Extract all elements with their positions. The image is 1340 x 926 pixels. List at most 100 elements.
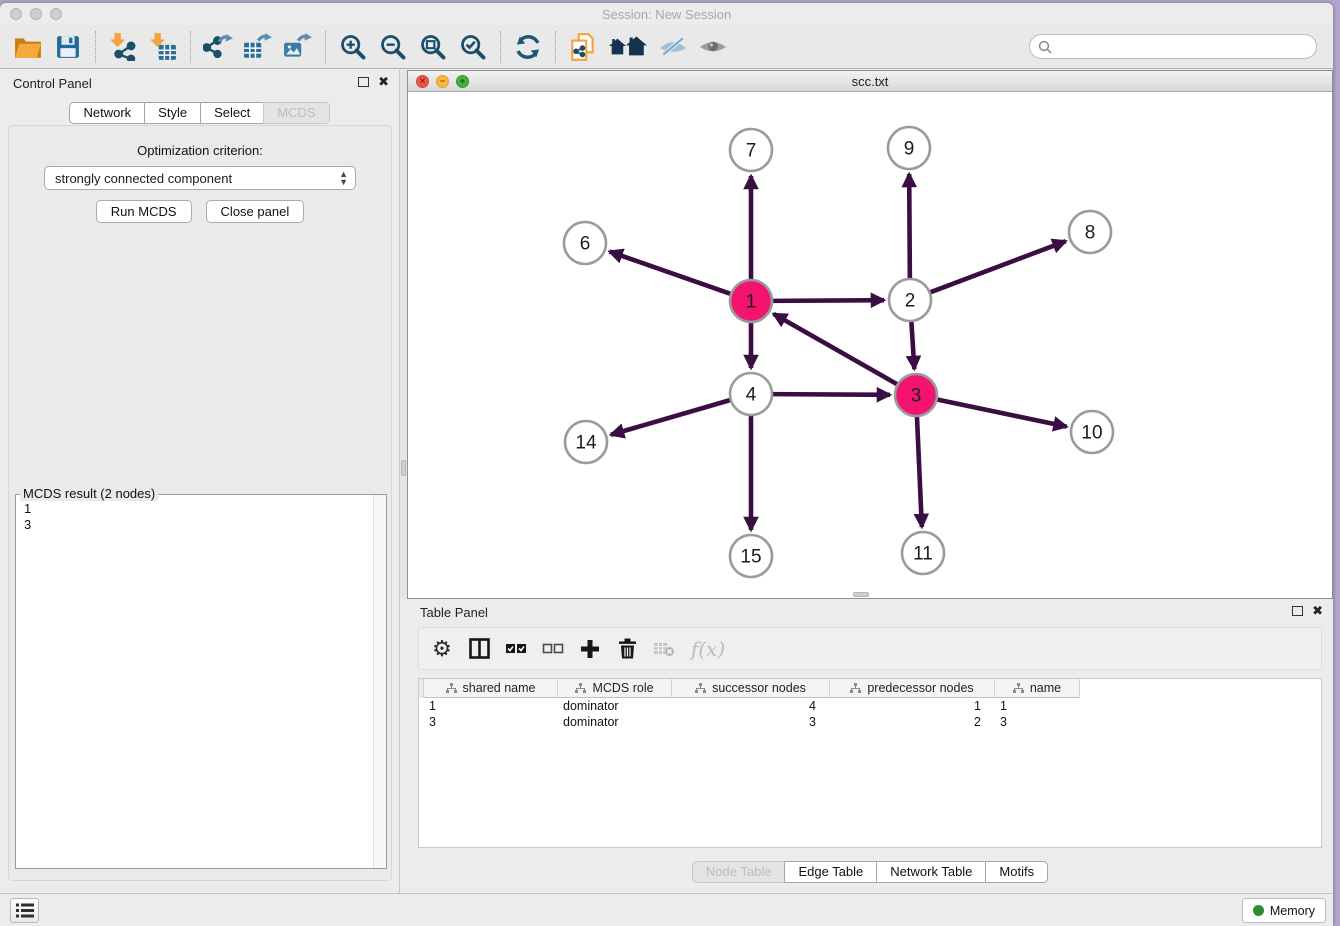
- clone-network-button[interactable]: [566, 30, 600, 64]
- column-header-3[interactable]: predecessor nodes: [830, 679, 995, 698]
- mcds-result-list[interactable]: 13: [16, 497, 372, 868]
- zoom-out-button[interactable]: [376, 30, 410, 64]
- open-session-button[interactable]: [11, 30, 45, 64]
- table-settings-button[interactable]: ⚙: [427, 634, 457, 664]
- delete-row-button[interactable]: [612, 634, 642, 664]
- column-header-2[interactable]: successor nodes: [672, 679, 830, 698]
- network-window-titlebar[interactable]: ✕ − + scc.txt: [408, 71, 1332, 92]
- save-session-button[interactable]: [51, 30, 85, 64]
- edge-4-3[interactable]: [772, 394, 890, 395]
- network-view-window: ✕ − + scc.txt 7 9 6 8 1 2 4 3 14 10 15 11: [407, 70, 1333, 599]
- column-header-0[interactable]: shared name: [424, 679, 558, 698]
- eye-slash-icon: [658, 35, 688, 59]
- gear-icon: ⚙: [432, 638, 452, 660]
- node-7[interactable]: 7: [730, 129, 772, 171]
- search-field[interactable]: [1029, 34, 1317, 59]
- tab-motifs[interactable]: Motifs: [985, 861, 1048, 883]
- close-panel-icon[interactable]: ✖: [378, 76, 389, 87]
- float-panel-icon[interactable]: [358, 77, 369, 87]
- home-button[interactable]: [606, 30, 650, 64]
- edge-4-14[interactable]: [611, 400, 731, 435]
- sort-column-icon: [446, 683, 457, 694]
- edge-2-3[interactable]: [911, 321, 914, 369]
- node-2[interactable]: 2: [889, 279, 931, 321]
- deselect-all-button[interactable]: [538, 634, 568, 664]
- table-cell[interactable]: dominator: [558, 714, 672, 730]
- tab-node-table[interactable]: Node Table: [692, 861, 786, 883]
- node-8[interactable]: 8: [1069, 211, 1111, 253]
- export-table-button[interactable]: [241, 30, 275, 64]
- tab-edge-table[interactable]: Edge Table: [784, 861, 877, 883]
- node-6[interactable]: 6: [564, 222, 606, 264]
- delete-column-button[interactable]: [649, 634, 679, 664]
- table-cell[interactable]: 4: [672, 698, 830, 714]
- show-panels-button[interactable]: [10, 898, 39, 923]
- horizontal-splitter-grip[interactable]: [853, 592, 869, 597]
- table-cell[interactable]: 2: [830, 714, 995, 730]
- edge-3-11[interactable]: [917, 416, 922, 527]
- splitter-grip[interactable]: [401, 460, 406, 476]
- show-button[interactable]: [696, 30, 730, 64]
- tab-style[interactable]: Style: [144, 102, 201, 124]
- table-cell[interactable]: 3: [995, 714, 1080, 730]
- network-graph[interactable]: 7 9 6 8 1 2 4 3 14 10 15 11: [408, 92, 1332, 598]
- table-cell[interactable]: 3: [672, 714, 830, 730]
- edge-2-9[interactable]: [909, 174, 910, 279]
- close-table-panel-icon[interactable]: ✖: [1312, 605, 1323, 616]
- tab-network[interactable]: Network: [69, 102, 145, 124]
- vertical-splitter[interactable]: [400, 70, 407, 599]
- zoom-in-button[interactable]: [336, 30, 370, 64]
- show-columns-button[interactable]: [464, 634, 494, 664]
- float-table-panel-icon[interactable]: [1292, 606, 1303, 616]
- hide-button[interactable]: [656, 30, 690, 64]
- node-15[interactable]: 15: [730, 535, 772, 577]
- table-cell[interactable]: 3: [424, 714, 558, 730]
- edge-2-8[interactable]: [930, 241, 1066, 292]
- run-mcds-button[interactable]: Run MCDS: [96, 200, 192, 223]
- node-10[interactable]: 10: [1071, 411, 1113, 453]
- trash-icon: [618, 638, 637, 659]
- column-header-1[interactable]: MCDS role: [558, 679, 672, 698]
- tab-network-table[interactable]: Network Table: [876, 861, 986, 883]
- criterion-select[interactable]: strongly connected component ▲▼: [44, 166, 356, 190]
- svg-text:8: 8: [1085, 223, 1096, 244]
- import-network-button[interactable]: [106, 30, 140, 64]
- node-table[interactable]: shared nameMCDS rolesuccessor nodesprede…: [418, 678, 1322, 848]
- table-cell[interactable]: dominator: [558, 698, 672, 714]
- table-cell[interactable]: 1: [424, 698, 558, 714]
- node-3[interactable]: 3: [895, 374, 937, 416]
- network-canvas[interactable]: 7 9 6 8 1 2 4 3 14 10 15 11: [408, 92, 1332, 598]
- table-row[interactable]: 1dominator411: [424, 698, 1080, 714]
- node-4[interactable]: 4: [730, 373, 772, 415]
- table-row[interactable]: 3dominator323: [424, 714, 1080, 730]
- tab-mcds[interactable]: MCDS: [263, 102, 329, 124]
- node-9[interactable]: 9: [888, 127, 930, 169]
- table-cell[interactable]: 1: [830, 698, 995, 714]
- columns-icon: [469, 638, 490, 659]
- zoom-fit-button[interactable]: [416, 30, 450, 64]
- edge-1-6[interactable]: [610, 252, 732, 294]
- column-header-4[interactable]: name: [995, 679, 1080, 698]
- result-scrollbar[interactable]: [373, 495, 386, 868]
- tab-select[interactable]: Select: [200, 102, 264, 124]
- table-cell[interactable]: 1: [995, 698, 1080, 714]
- select-all-button[interactable]: [501, 634, 531, 664]
- import-table-button[interactable]: [146, 30, 180, 64]
- node-1[interactable]: 1: [730, 280, 772, 322]
- node-14[interactable]: 14: [565, 421, 607, 463]
- function-builder-button[interactable]: f(x): [686, 634, 730, 664]
- edge-1-2[interactable]: [772, 300, 884, 301]
- svg-text:1: 1: [746, 292, 757, 313]
- node-11[interactable]: 11: [902, 532, 944, 574]
- edge-3-1[interactable]: [774, 314, 898, 385]
- add-row-button[interactable]: [575, 634, 605, 664]
- edge-3-10[interactable]: [937, 399, 1067, 426]
- control-panel-tabs: Network Style Select MCDS: [0, 102, 399, 124]
- export-network-button[interactable]: [201, 30, 235, 64]
- zoom-selected-button[interactable]: [456, 30, 490, 64]
- export-image-button[interactable]: [281, 30, 315, 64]
- close-panel-button[interactable]: Close panel: [206, 200, 305, 223]
- refresh-button[interactable]: [511, 30, 545, 64]
- search-input[interactable]: [1058, 39, 1308, 54]
- memory-button[interactable]: Memory: [1242, 898, 1326, 923]
